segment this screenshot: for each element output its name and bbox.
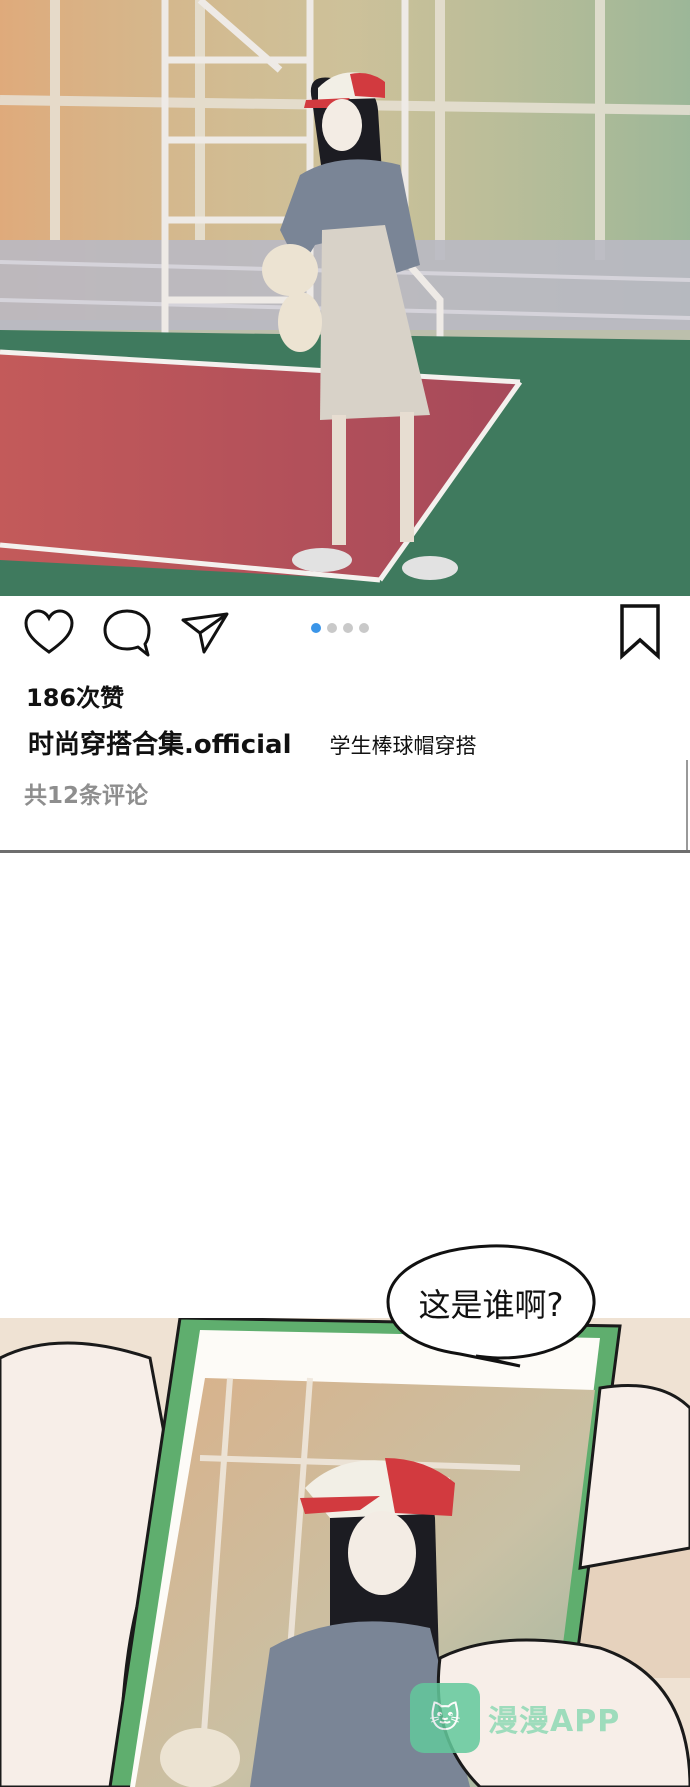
post-caption: 学生棒球帽穿搭 xyxy=(329,734,477,758)
watermark-text: 漫漫APP xyxy=(488,1704,621,1739)
panel-border xyxy=(686,760,688,852)
caption-row: 时尚穿搭合集.official 学生棒球帽穿搭 xyxy=(28,724,477,761)
carousel-dot-3[interactable] xyxy=(343,623,353,633)
paper-plane-icon[interactable] xyxy=(178,606,232,660)
carousel-dot-2[interactable] xyxy=(327,623,337,633)
carousel-indicator xyxy=(311,623,369,635)
app-watermark: 🐱 漫漫APP xyxy=(410,1683,620,1753)
cat-logo-icon: 🐱 xyxy=(410,1683,480,1753)
like-count[interactable]: 186次赞 xyxy=(26,678,124,713)
carousel-dot-1[interactable] xyxy=(311,623,321,633)
speech-text: 这是谁啊? xyxy=(418,1286,564,1324)
post-image[interactable] xyxy=(0,0,690,596)
bookmark-icon[interactable] xyxy=(616,602,664,660)
view-comments-link[interactable]: 共12条评论 xyxy=(24,776,148,810)
post-divider xyxy=(0,850,690,853)
carousel-dot-4[interactable] xyxy=(359,623,369,633)
heart-icon[interactable] xyxy=(22,606,76,660)
post-illustration xyxy=(0,0,690,596)
post-username[interactable]: 时尚穿搭合集.official xyxy=(28,724,292,761)
speech-bubble-icon[interactable] xyxy=(100,606,154,660)
post-action-bar xyxy=(0,596,690,666)
